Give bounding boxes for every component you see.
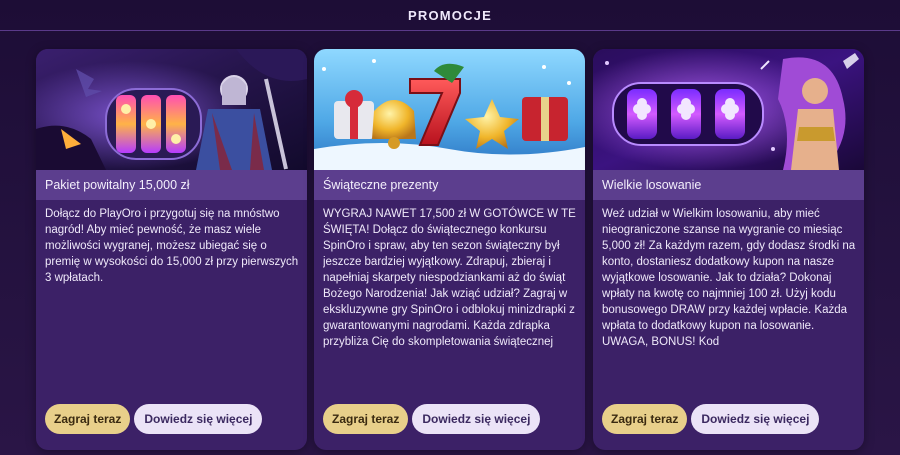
learn-more-button[interactable]: Dowiedz się więcej — [691, 404, 820, 434]
promo-title: Pakiet powitalny 15,000 zł — [36, 170, 307, 200]
play-now-button[interactable]: Zagraj teraz — [323, 404, 409, 434]
play-now-button[interactable]: Zagraj teraz — [602, 404, 688, 434]
promo-title: Świąteczne prezenty — [314, 170, 585, 200]
page-title: PROMOCJE — [407, 7, 492, 23]
page-header: PROMOCJE — [0, 0, 900, 31]
play-now-button[interactable]: Zagraj teraz — [45, 404, 131, 434]
promo-title: Wielkie losowanie — [593, 170, 864, 200]
promo-actions: Zagraj teraz Dowiedz się więcej — [323, 404, 541, 434]
promotions-page: PROMOCJE Pakiet powitalny 15,000 zł Dołą… — [0, 0, 900, 455]
learn-more-button[interactable]: Dowiedz się więcej — [134, 404, 263, 434]
learn-more-button[interactable]: Dowiedz się więcej — [412, 404, 541, 434]
promo-description: Weź udział w Wielkim losowaniu, aby mieć… — [602, 208, 856, 348]
promo-card-christmas: Świąteczne prezenty WYGRAJ NAWET 17,500 … — [314, 49, 585, 450]
promo-card-draw: Wielkie losowanie Weź udział w Wielkim l… — [593, 49, 864, 450]
promo-actions: Zagraj teraz Dowiedz się więcej — [45, 404, 263, 434]
sorceress-slot-banner-icon — [593, 49, 864, 170]
warrior-slot-banner-icon — [36, 49, 307, 170]
christmas-seven-banner-icon — [314, 49, 585, 170]
promo-actions: Zagraj teraz Dowiedz się więcej — [602, 404, 820, 434]
promo-description: Dołącz do PlayOro i przygotuj się na mnó… — [45, 208, 299, 284]
promo-card-welcome: Pakiet powitalny 15,000 zł Dołącz do Pla… — [36, 49, 307, 450]
promo-description: WYGRAJ NAWET 17,500 zł W GOTÓWCE W TE ŚW… — [323, 208, 576, 348]
